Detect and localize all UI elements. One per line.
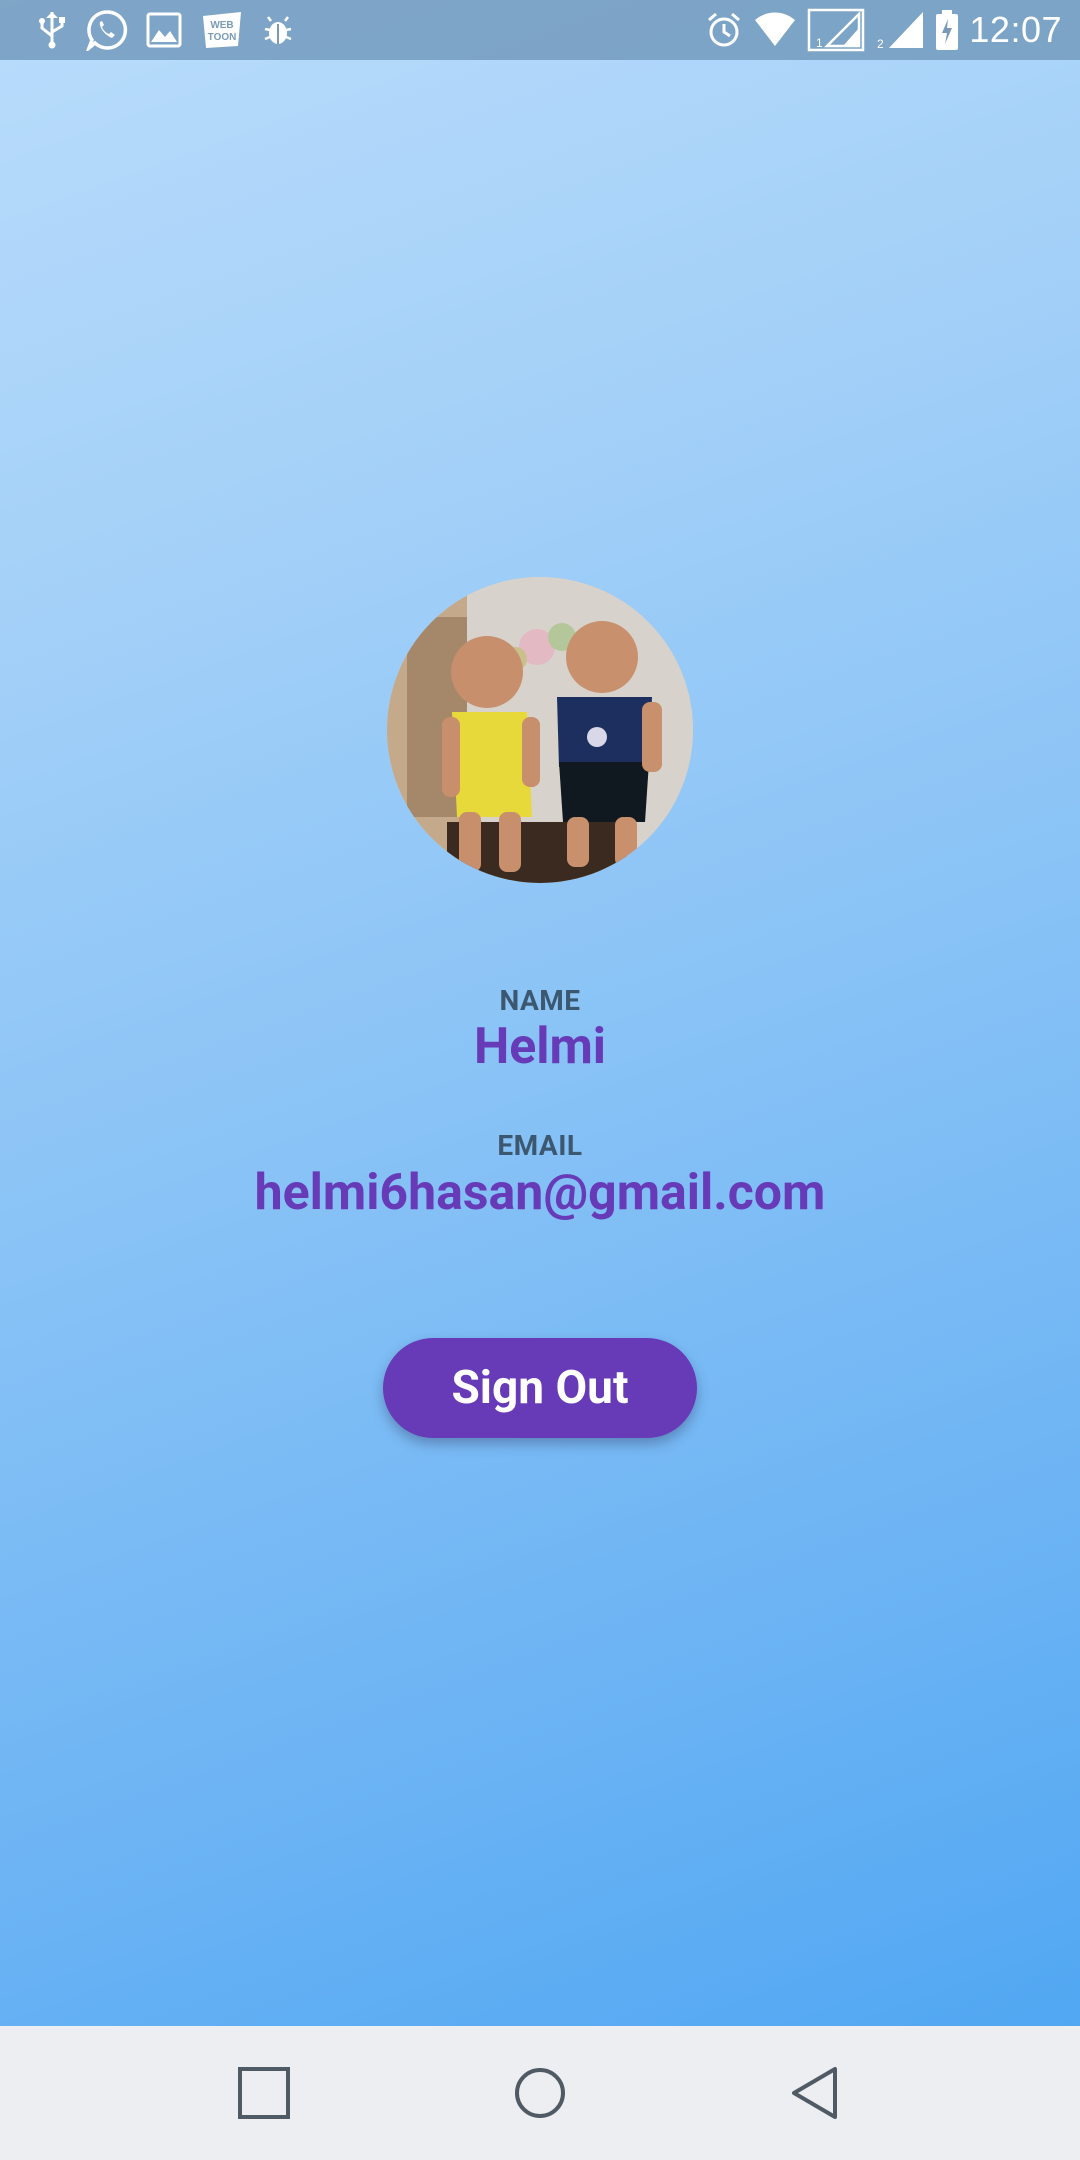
recent-apps-button[interactable] <box>219 2048 309 2138</box>
user-name: Helmi <box>473 1018 607 1076</box>
circle-icon <box>515 2068 565 2118</box>
system-icons: 1 2 12:07 <box>705 6 1062 54</box>
bug-icon <box>262 12 294 48</box>
alarm-icon <box>705 11 743 49</box>
name-label: NAME <box>499 984 581 1017</box>
signal-sim2-icon: 2 <box>875 10 925 50</box>
square-icon <box>238 2067 290 2119</box>
status-bar: WEB TOON 1 2 12:07 <box>0 0 1080 60</box>
gallery-icon <box>146 12 182 48</box>
back-triangle-icon <box>792 2067 837 2119</box>
status-clock: 12:07 <box>969 9 1062 50</box>
home-button[interactable] <box>495 2048 585 2138</box>
webtoon-icon: WEB TOON <box>200 10 244 50</box>
battery-icon <box>935 9 959 51</box>
whatsapp-icon <box>86 9 128 51</box>
email-label: EMAIL <box>497 1129 583 1162</box>
svg-text:1: 1 <box>816 36 823 50</box>
signal-sim1-icon: 1 <box>807 8 865 52</box>
svg-text:WEB: WEB <box>210 20 233 31</box>
navigation-bar <box>0 2026 1080 2160</box>
notification-icons: WEB TOON <box>36 8 294 52</box>
sign-out-button[interactable]: Sign Out <box>383 1338 697 1438</box>
svg-text:2: 2 <box>877 37 884 50</box>
usb-icon <box>36 10 68 50</box>
user-email: helmi6hasan@gmail.com <box>254 1164 826 1222</box>
svg-text:TOON: TOON <box>208 32 237 43</box>
back-button[interactable] <box>770 2048 860 2138</box>
wifi-icon <box>753 12 797 48</box>
app-screen: WEB TOON 1 2 12:07 NAME Helmi EMAIL helm… <box>0 0 1080 2160</box>
profile-avatar <box>387 577 693 883</box>
